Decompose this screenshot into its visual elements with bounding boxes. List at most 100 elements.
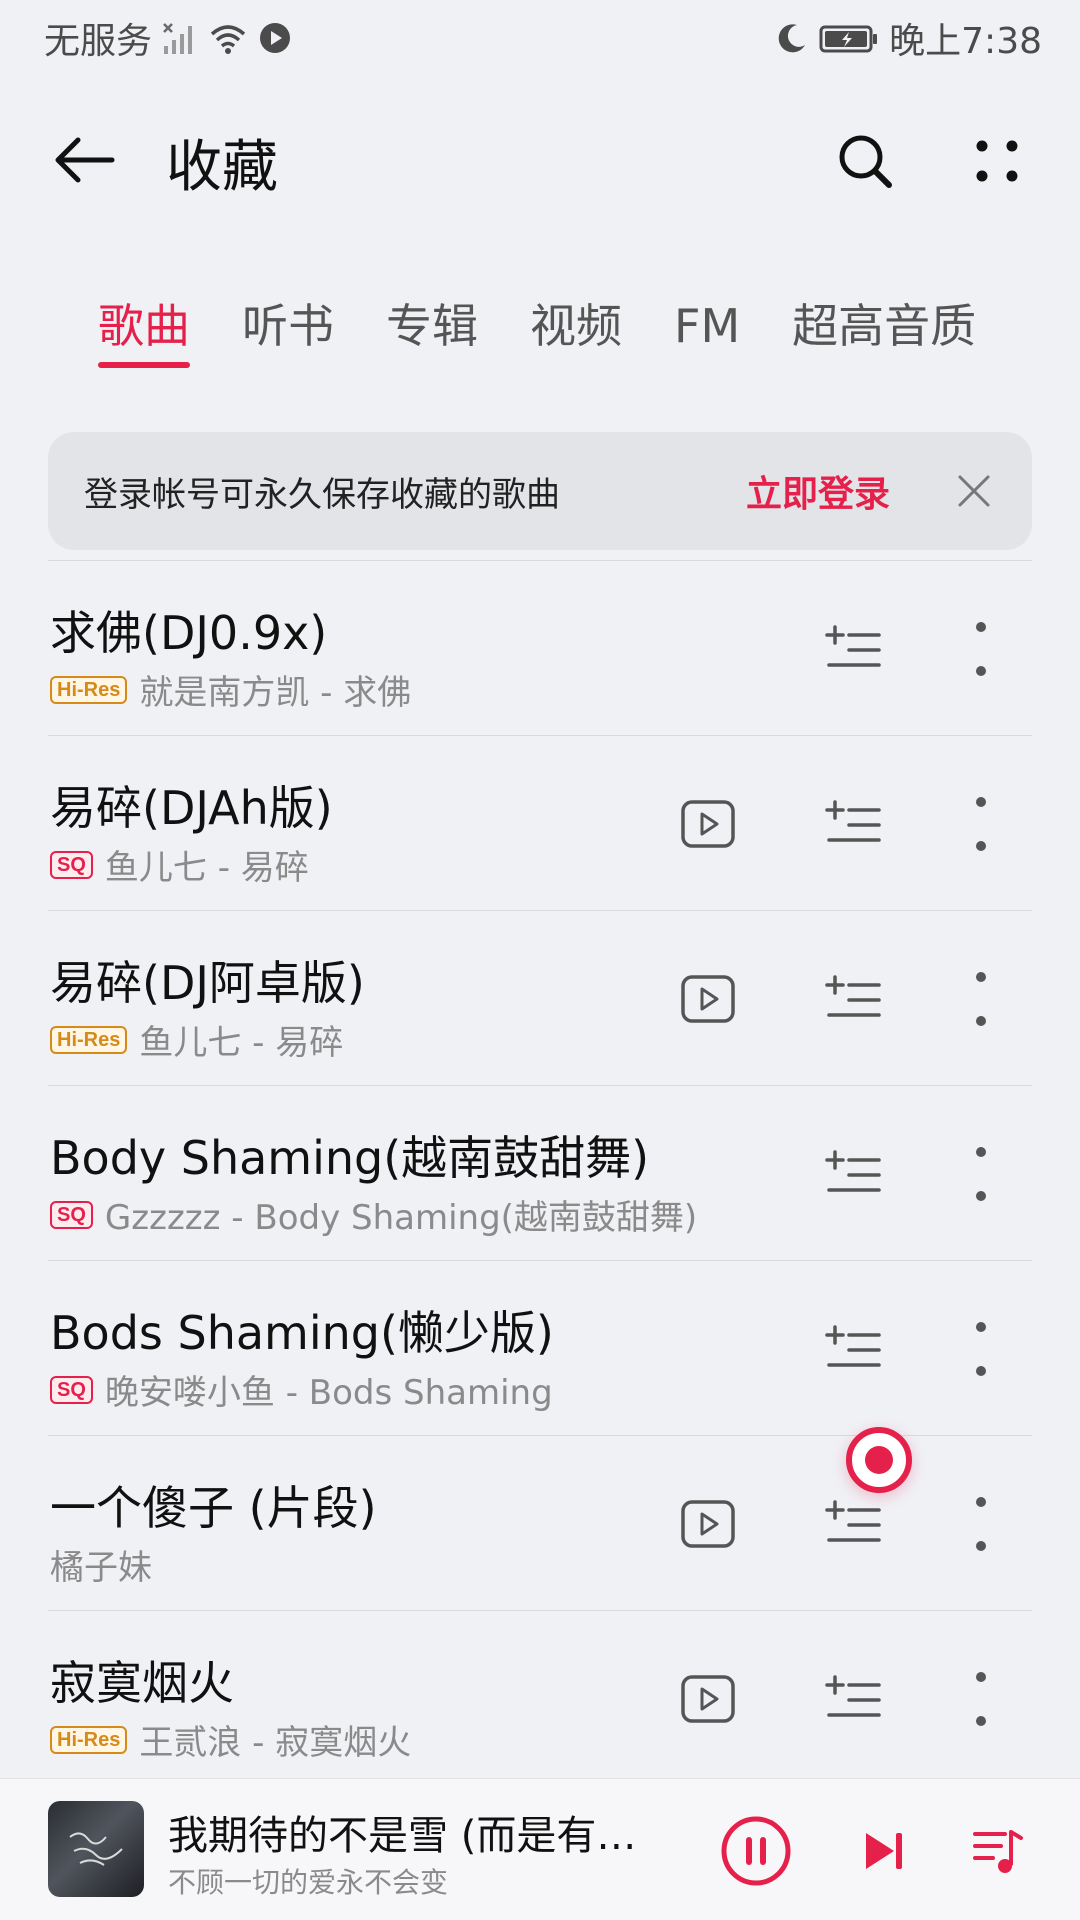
song-more-button[interactable]: [966, 788, 996, 860]
sq-badge: SQ: [50, 850, 93, 879]
playlist-button[interactable]: [966, 1819, 1030, 1883]
battery-icon: [819, 21, 879, 55]
add-to-queue-button[interactable]: [823, 619, 883, 679]
add-to-queue-button[interactable]: [823, 969, 883, 1029]
vertical-dots-icon: [976, 1497, 986, 1551]
song-artist-album: 王贰浪 - 寂寞烟火: [139, 1723, 412, 1763]
song-meta: SQ Gzzzzz - Body Shaming(越南鼓甜舞): [50, 1190, 697, 1239]
song-row[interactable]: Body Shaming(越南鼓甜舞) SQ Gzzzzz - Body Sha…: [48, 1085, 1032, 1260]
tab-songs[interactable]: 歌曲: [98, 290, 190, 370]
video-play-icon: [681, 1675, 735, 1723]
carrier-text: 无服务: [44, 21, 153, 62]
song-more-button[interactable]: [966, 613, 996, 685]
add-to-queue-button[interactable]: [823, 1669, 883, 1729]
tab-videos[interactable]: 视频: [530, 290, 622, 370]
back-button[interactable]: [48, 124, 120, 196]
song-more-button[interactable]: [966, 1663, 996, 1735]
next-button[interactable]: [852, 1819, 916, 1883]
add-to-queue-icon: [825, 1150, 881, 1192]
vertical-dots-icon: [976, 1322, 986, 1376]
pause-button[interactable]: [720, 1815, 792, 1887]
add-to-queue-icon: [825, 625, 881, 667]
song-more-button[interactable]: [966, 963, 996, 1035]
song-title: Bods Shaming(懒少版): [50, 1306, 554, 1360]
login-now-link[interactable]: 立即登录: [746, 465, 890, 517]
playlist-icon: [973, 1830, 1023, 1873]
mv-button[interactable]: [680, 1496, 736, 1552]
mv-button[interactable]: [680, 796, 736, 852]
video-play-icon: [681, 800, 735, 848]
next-icon: [866, 1833, 902, 1869]
search-icon: [839, 135, 892, 188]
song-row[interactable]: 易碎(DJAh版) SQ 鱼儿七 - 易碎: [48, 735, 1032, 910]
tab-hq-audio[interactable]: 超高音质: [792, 290, 976, 370]
wifi-icon: [208, 20, 248, 56]
now-playing-bar[interactable]: 我期待的不是雪 (而是有… 不顾一切的爱永不会变: [0, 1778, 1080, 1920]
song-meta: Hi-Res 鱼儿七 - 易碎: [50, 1015, 343, 1064]
song-artist-album: 鱼儿七 - 易碎: [139, 1023, 344, 1063]
moon-icon: [775, 21, 809, 55]
song-title: 求佛(DJ0.9x): [50, 606, 328, 660]
now-playing-title: 我期待的不是雪 (而是有…: [168, 1813, 637, 1859]
song-title: 一个傻子 (片段): [50, 1481, 377, 1535]
status-bar: 无服务 晚上7:38: [0, 0, 1080, 76]
hires-badge: Hi-Res: [50, 675, 128, 704]
song-meta: SQ 晚安喽小鱼 - Bods Shaming: [50, 1365, 553, 1414]
song-row[interactable]: 寂寞烟火 Hi-Res 王贰浪 - 寂寞烟火: [48, 1610, 1032, 1785]
song-artist-album: 晚安喽小鱼 - Bods Shaming: [104, 1373, 553, 1413]
login-banner-text: 登录帐号可永久保存收藏的歌曲: [84, 474, 560, 515]
song-title: 寂寞烟火: [50, 1656, 234, 1710]
hires-badge: Hi-Res: [50, 1725, 128, 1754]
song-row[interactable]: Bods Shaming(懒少版) SQ 晚安喽小鱼 - Bods Shamin…: [48, 1260, 1032, 1435]
song-more-button[interactable]: [966, 1138, 996, 1210]
song-meta: SQ 鱼儿七 - 易碎: [50, 840, 309, 889]
add-to-queue-icon: [825, 975, 881, 1017]
add-to-queue-button[interactable]: [823, 794, 883, 854]
play-status-icon: [258, 21, 292, 55]
tab-fm[interactable]: FM: [674, 290, 740, 370]
more-dots-icon: [976, 140, 1018, 182]
song-more-button[interactable]: [966, 1313, 996, 1385]
song-title: Body Shaming(越南鼓甜舞): [50, 1131, 650, 1185]
add-to-queue-button[interactable]: [823, 1319, 883, 1379]
add-to-queue-button[interactable]: [823, 1144, 883, 1204]
mv-button[interactable]: [680, 971, 736, 1027]
record-icon: [865, 1446, 893, 1474]
page-title: 收藏: [166, 135, 278, 200]
category-tabs: 歌曲 听书 专辑 视频 FM 超高音质: [0, 290, 1080, 380]
floating-record-button[interactable]: [846, 1427, 912, 1493]
arrow-left-icon: [55, 137, 115, 183]
video-play-icon: [681, 975, 735, 1023]
song-meta: 橘子妹: [50, 1540, 152, 1589]
add-to-queue-icon: [825, 1675, 881, 1717]
add-to-queue-icon: [825, 800, 881, 842]
song-title: 易碎(DJAh版): [50, 781, 333, 835]
add-to-queue-icon: [825, 1325, 881, 1367]
clock-text: 晚上7:38: [889, 21, 1042, 62]
song-artist-album: 鱼儿七 - 易碎: [104, 848, 309, 888]
tab-audiobooks[interactable]: 听书: [242, 290, 334, 370]
vertical-dots-icon: [976, 1672, 986, 1726]
vertical-dots-icon: [976, 1147, 986, 1201]
song-artist-album: 就是南方凯 - 求佛: [139, 673, 412, 713]
song-list: 求佛(DJ0.9x) Hi-Res 就是南方凯 - 求佛 易碎(DJAh版) S…: [0, 560, 1080, 1785]
song-title: 易碎(DJ阿卓版): [50, 956, 365, 1010]
add-to-queue-icon: [825, 1500, 881, 1542]
vertical-dots-icon: [976, 622, 986, 676]
album-cover[interactable]: [48, 1801, 144, 1897]
mv-button[interactable]: [680, 1671, 736, 1727]
top-bar: 收藏: [0, 100, 1080, 220]
vertical-dots-icon: [976, 972, 986, 1026]
song-row[interactable]: 易碎(DJ阿卓版) Hi-Res 鱼儿七 - 易碎: [48, 910, 1032, 1085]
song-more-button[interactable]: [966, 1488, 996, 1560]
add-to-queue-button[interactable]: [823, 1494, 883, 1554]
song-row[interactable]: 求佛(DJ0.9x) Hi-Res 就是南方凯 - 求佛: [48, 560, 1032, 735]
vertical-dots-icon: [976, 797, 986, 851]
close-banner-button[interactable]: [952, 469, 996, 513]
tab-albums[interactable]: 专辑: [386, 290, 478, 370]
video-play-icon: [681, 1500, 735, 1548]
more-button[interactable]: [962, 126, 1032, 196]
song-artist-album: Gzzzzz - Body Shaming(越南鼓甜舞): [104, 1198, 698, 1238]
search-button[interactable]: [830, 126, 900, 196]
song-meta: Hi-Res 就是南方凯 - 求佛: [50, 665, 411, 714]
